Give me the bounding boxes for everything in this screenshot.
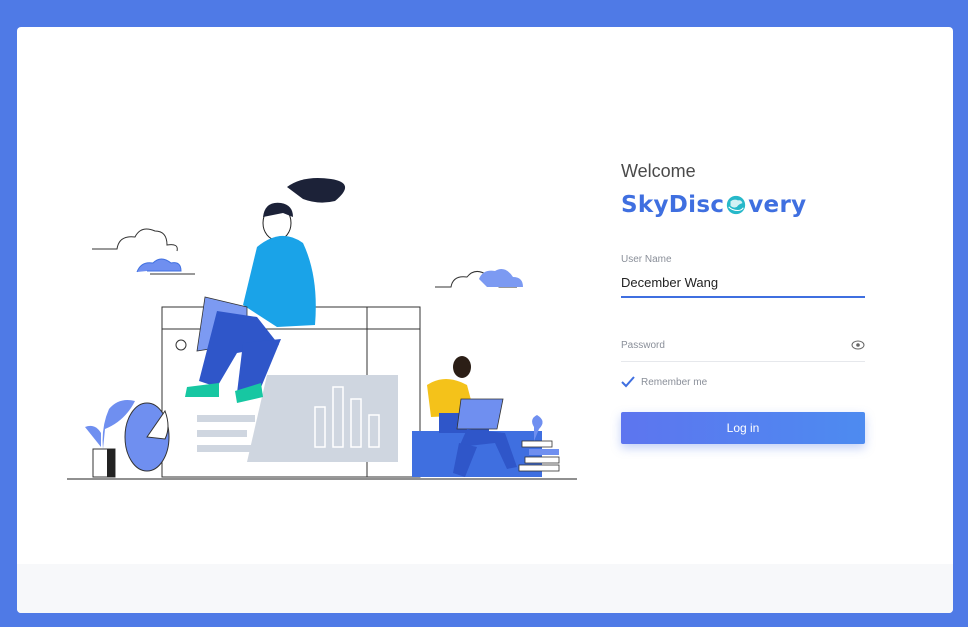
eye-icon[interactable] (851, 340, 865, 350)
username-field: User Name (621, 254, 865, 298)
remember-me-checkbox[interactable]: Remember me (621, 376, 865, 388)
password-field[interactable]: Password (621, 328, 865, 362)
username-underline (621, 296, 865, 298)
card-footer (17, 564, 953, 613)
password-input[interactable]: Password (621, 328, 851, 361)
login-card: Welcome SkyDisc very User Name Password (17, 27, 953, 613)
login-form: Welcome SkyDisc very User Name Password (621, 161, 865, 444)
check-icon[interactable] (621, 376, 635, 388)
password-underline (621, 361, 865, 362)
brand-prefix: SkyDisc (621, 192, 725, 218)
brand-suffix: very (748, 192, 807, 218)
login-button[interactable]: Log in (621, 412, 865, 444)
welcome-heading: Welcome (621, 161, 696, 181)
login-illustration (67, 178, 577, 480)
username-input[interactable] (621, 265, 865, 296)
brand-logo: SkyDisc very (621, 192, 865, 218)
remember-me-label: Remember me (641, 376, 708, 388)
globe-icon (727, 195, 746, 215)
username-label: User Name (621, 254, 672, 265)
